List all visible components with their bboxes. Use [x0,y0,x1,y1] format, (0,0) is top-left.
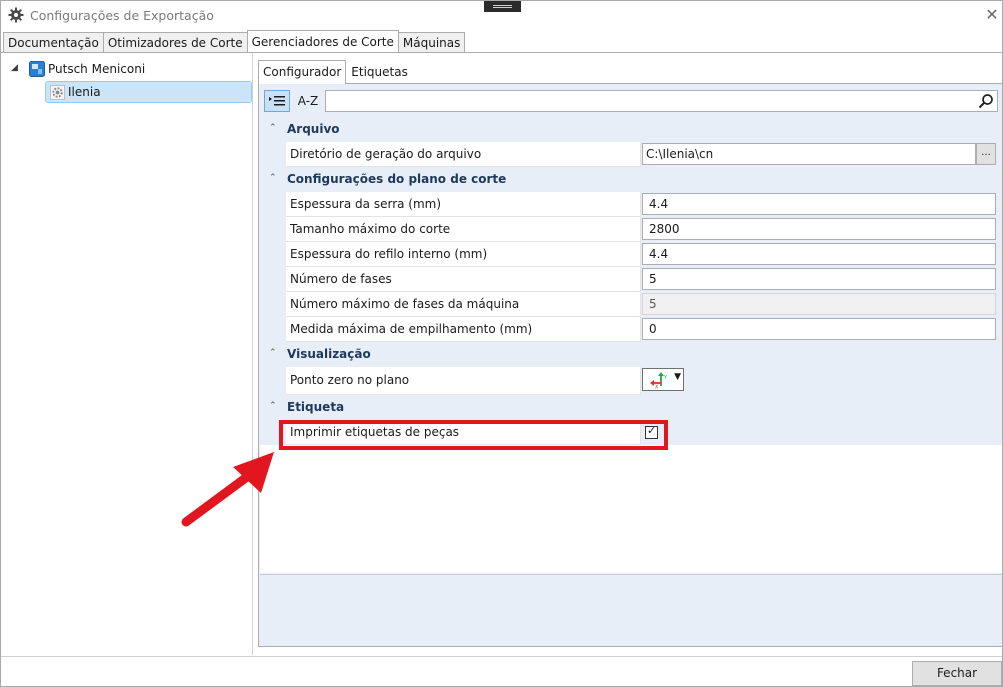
drag-grip[interactable] [484,1,521,12]
search-input[interactable] [326,91,966,111]
property-row: Espessura do refilo interno (mm) 4.4 [260,242,1002,267]
category-label: Configurações do plano de corte [287,172,507,186]
property-row: Número de fases 5 [260,267,1002,292]
category-label: Arquivo [287,122,340,136]
property-name: Número máximo de fases da máquina [286,292,641,317]
property-row: Tamanho máximo do corte 2800 [260,217,1002,242]
window-title: Configurações de Exportação [30,8,214,23]
machine-max-phases-field: 5 [642,293,996,315]
category-label: Visualização [287,347,371,361]
gear-icon [8,7,24,23]
max-stack-size-field[interactable]: 0 [642,318,996,340]
search-icon[interactable] [978,93,994,109]
expander-icon[interactable]: ◢ [11,63,18,73]
property-row: Medida máxima de empilhamento (mm) 0 [260,317,1002,342]
output-directory-field[interactable]: C:\Ilenia\cn [642,143,976,165]
browse-button[interactable]: ... [976,143,996,165]
close-button[interactable]: Fechar [912,661,1002,686]
tree-item-label: Putsch Meniconi [48,62,146,76]
property-name: Ponto zero no plano [286,367,641,395]
categorized-list-icon [269,96,285,106]
tree-item-putsch-meniconi[interactable]: Putsch Meniconi [29,59,145,79]
phase-count-field[interactable]: 5 [642,268,996,290]
tab-configurador[interactable]: Configurador [258,60,347,84]
tab-documentacao[interactable]: Documentação [3,32,104,53]
collapse-icon[interactable]: ⌃ [269,123,277,133]
sub-tab-strip: Configurador Etiquetas [258,60,413,84]
saw-thickness-field[interactable]: 4.4 [642,193,996,215]
description-area [260,574,1002,646]
tree-item-ilenia[interactable]: Ilenia [45,81,252,103]
cut-manager-tree: ◢ Putsch Meniconi Ilenia [3,53,253,655]
close-icon[interactable]: ✕ [983,6,1001,24]
svg-text:X: X [655,385,659,390]
property-name: Diretório de geração do arquivo [286,142,641,167]
property-row: Imprimir etiquetas de peças ✓ [260,420,1002,445]
property-grid-panel: A-Z ⌃ Arquivo Diretório de geração do ar… [258,83,1003,647]
tab-maquinas[interactable]: Máquinas [397,32,466,53]
category-etiqueta[interactable]: ⌃ Etiqueta [260,395,1002,420]
property-row: Ponto zero no plano Y X ▼ [260,367,1002,395]
property-name: Número de fases [286,267,641,292]
property-row: Espessura da serra (mm) 4.4 [260,192,1002,217]
axis-origin-icon: Y X [650,372,668,390]
inner-trim-thickness-field[interactable]: 4.4 [642,243,996,265]
tab-etiquetas[interactable]: Etiquetas [346,60,413,82]
property-name: Imprimir etiquetas de peças [286,420,641,445]
collapse-icon[interactable]: ⌃ [269,348,277,358]
alphabetical-sort-button[interactable]: A-Z [294,90,322,112]
svg-text:Y: Y [663,375,668,381]
machine-icon [29,61,45,77]
property-name: Medida máxima de empilhamento (mm) [286,317,641,342]
category-label: Etiqueta [287,400,345,414]
category-configuracoes-plano-de-corte[interactable]: ⌃ Configurações do plano de corte [260,167,1002,192]
tab-gerenciadores-de-corte[interactable]: Gerenciadores de Corte [246,30,399,52]
property-grid: ⌃ Arquivo Diretório de geração do arquiv… [260,117,1002,573]
chevron-down-icon: ▼ [674,372,681,382]
title-bar: Configurações de Exportação ✕ [1,1,1002,31]
property-name: Espessura do refilo interno (mm) [286,242,641,267]
max-cut-size-field[interactable]: 2800 [642,218,996,240]
categorized-view-button[interactable] [264,90,290,112]
main-tab-strip: Documentação Otimizadores de Corte Geren… [3,30,466,53]
category-visualizacao[interactable]: ⌃ Visualização [260,342,1002,367]
property-row: Diretório de geração do arquivo C:\Ileni… [260,142,1002,167]
collapse-icon[interactable]: ⌃ [269,401,277,411]
tree-item-label: Ilenia [68,85,101,99]
checkmark-icon: ✓ [647,424,657,437]
gear-icon [50,84,65,100]
print-labels-checkbox[interactable]: ✓ [645,424,658,439]
search-field[interactable] [325,90,998,112]
property-row: Número máximo de fases da máquina 5 [260,292,1002,317]
footer-divider [1,656,1002,657]
property-grid-toolbar: A-Z [262,89,998,113]
collapse-icon[interactable]: ⌃ [269,173,277,183]
zero-point-dropdown[interactable]: Y X ▼ [642,368,684,391]
category-arquivo[interactable]: ⌃ Arquivo [260,117,1002,142]
property-name: Tamanho máximo do corte [286,217,641,242]
export-settings-window: Configurações de Exportação ✕ Documentaç… [0,0,1003,687]
tab-otimizadores-de-corte[interactable]: Otimizadores de Corte [102,32,248,53]
property-name: Espessura da serra (mm) [286,192,641,217]
configuration-pane: Configurador Etiquetas A-Z ⌃ Arquivo Dir… [258,58,1003,650]
